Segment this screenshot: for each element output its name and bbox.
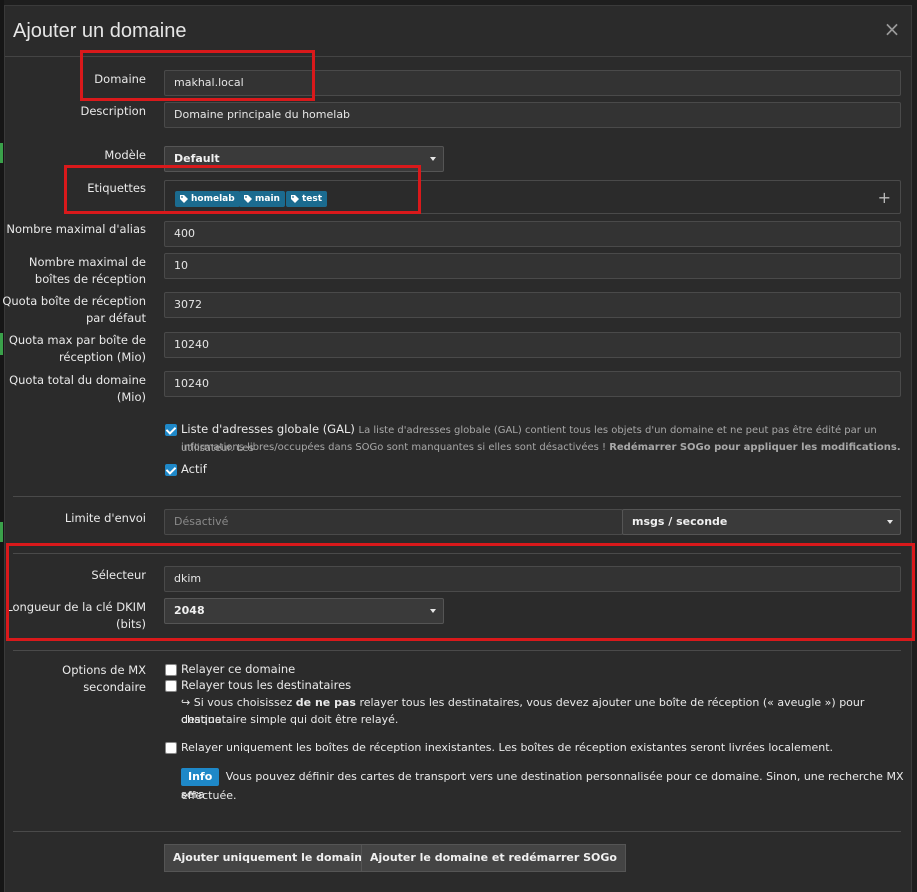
max-aliases-label: Nombre maximal d'alias	[6, 222, 146, 236]
max-mailboxes-label-line2: boîtes de réception	[34, 272, 146, 286]
relay-unknown-label: Relayer uniquement les boîtes de récepti…	[181, 741, 834, 754]
divider	[13, 496, 901, 497]
add-tag-icon[interactable]: +	[878, 188, 891, 207]
relay-all-label: Relayer tous les destinataires	[181, 678, 352, 692]
divider	[13, 650, 901, 651]
template-select-value: Default	[174, 152, 220, 165]
mx-info-line2: effectuée.	[181, 789, 237, 802]
description-input[interactable]: Domaine principale du homelab	[164, 102, 901, 128]
default-quota-label: Quota boîte de réception par défaut	[0, 293, 146, 327]
info-badge: Info	[181, 768, 220, 786]
chevron-down-icon	[887, 520, 893, 524]
highlight-box	[80, 50, 315, 101]
chevron-down-icon	[430, 157, 436, 161]
relay-domain-checkbox[interactable]	[165, 664, 177, 676]
mx-info-text: Info Vous pouvez définir des cartes de t…	[181, 768, 906, 803]
relay-all-checkbox[interactable]	[165, 680, 177, 692]
total-quota-label: Quota total du domaine (Mio)	[0, 372, 146, 406]
highlight-box	[6, 543, 915, 641]
gal-checkbox[interactable]	[165, 424, 177, 436]
active-label: Actif	[181, 462, 207, 476]
rate-limit-input[interactable]: Désactivé	[164, 509, 623, 535]
active-checkbox[interactable]	[165, 464, 177, 476]
total-quota-input[interactable]: 10240	[164, 371, 901, 397]
rate-limit-unit-value: msgs / seconde	[632, 515, 728, 528]
note-strong: de ne pas	[295, 696, 356, 709]
description-label: Description	[80, 104, 147, 118]
divider	[13, 831, 901, 832]
rate-limit-unit-select[interactable]: msgs / seconde	[622, 509, 901, 535]
add-domain-only-button[interactable]: Ajouter uniquement le domaine	[164, 844, 379, 872]
max-quota-input[interactable]: 10240	[164, 332, 901, 358]
relay-unknown-checkbox[interactable]	[165, 742, 177, 754]
max-quota-label-line1: Quota max par boîte de	[8, 333, 146, 347]
modal-title: Ajouter un domaine	[13, 20, 187, 42]
max-quota-label-line2: réception (Mio)	[58, 350, 146, 364]
max-aliases-input[interactable]: 400	[164, 221, 901, 247]
total-quota-label-line1: Quota total du domaine	[9, 373, 146, 387]
gal-help-strong: Redémarrer SOGo pour appliquer les modif…	[609, 442, 901, 453]
gal-help-line2: informations libres/occupées dans SOGo s…	[181, 442, 607, 453]
mx-info-line1: Vous pouvez définir des cartes de transp…	[181, 770, 904, 801]
default-quota-input[interactable]: 3072	[164, 292, 901, 318]
default-quota-label-line2: par défaut	[86, 311, 146, 325]
add-domain-restart-sogo-button[interactable]: Ajouter le domaine et redémarrer SOGo	[361, 844, 626, 872]
rate-limit-label: Limite d'envoi	[64, 511, 146, 525]
max-quota-label: Quota max par boîte de réception (Mio)	[0, 332, 146, 366]
max-mailboxes-label: Nombre maximal de boîtes de réception	[0, 254, 146, 288]
total-quota-label-line2: (Mio)	[116, 390, 146, 404]
note-prefix: Si vous choisissez	[193, 696, 293, 709]
add-domain-modal: Ajouter un domaine × Domaine makhal.loca…	[2, 5, 912, 892]
mx-options-label-line1: Options de MX	[62, 663, 146, 677]
gal-help: informations libres/occupées dans SOGo s…	[181, 439, 906, 456]
close-icon[interactable]: ×	[883, 19, 901, 39]
relay-all-note-line2: destinataire simple qui doit être relayé…	[181, 713, 399, 726]
max-mailboxes-input[interactable]: 10	[164, 253, 901, 279]
mx-options-label-line2: secondaire	[83, 680, 146, 694]
highlight-box	[64, 165, 421, 214]
template-label: Modèle	[104, 148, 146, 162]
mx-options-label: Options de MX secondaire	[0, 662, 146, 696]
max-mailboxes-label-line1: Nombre maximal de	[28, 255, 146, 269]
relay-domain-label: Relayer ce domaine	[181, 662, 296, 676]
gal-label: Liste d'adresses globale (GAL)	[181, 422, 355, 436]
default-quota-label-line1: Quota boîte de réception	[2, 294, 146, 308]
return-arrow-icon: ↪	[181, 696, 191, 709]
